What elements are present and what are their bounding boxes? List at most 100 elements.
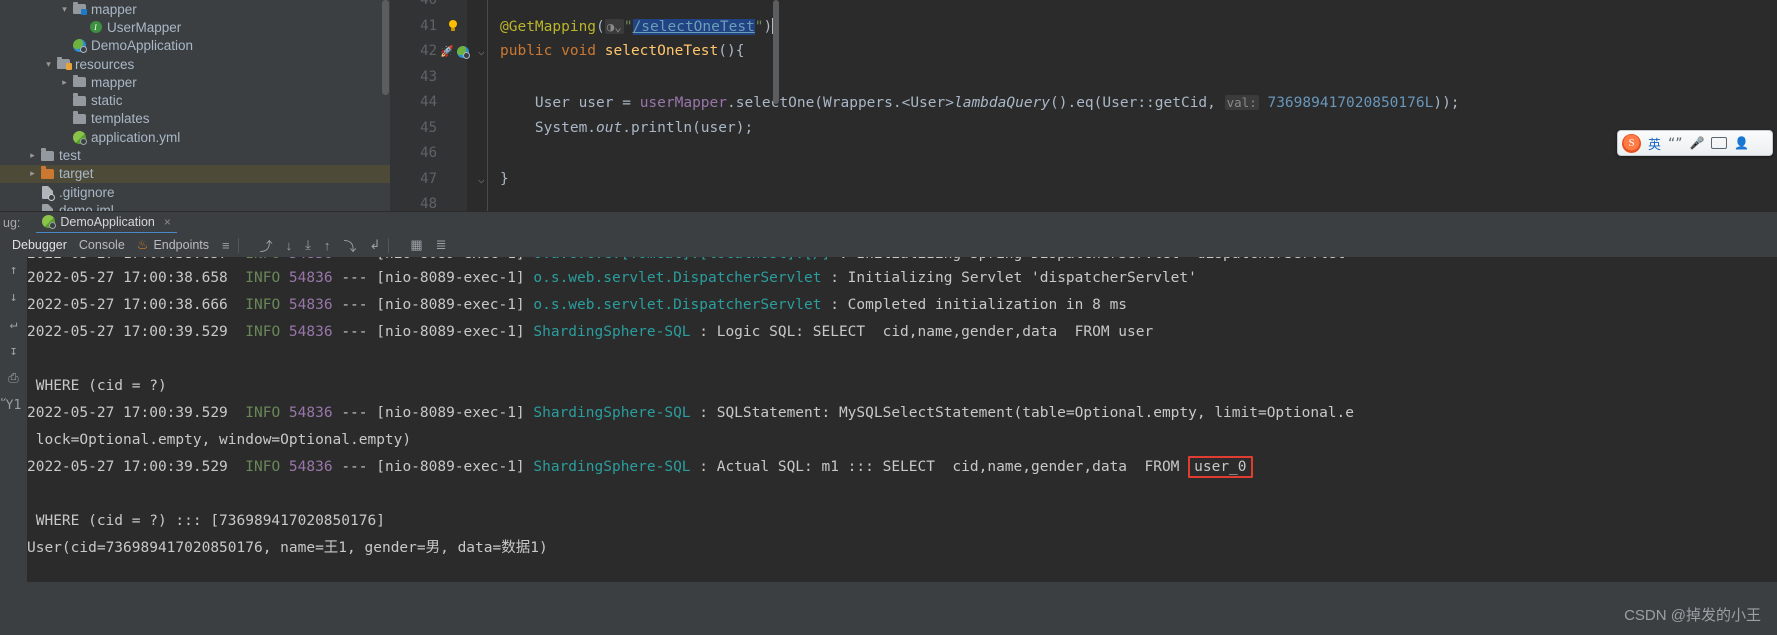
ime-mode-label[interactable]: 英: [1648, 134, 1661, 153]
code-token: ): [763, 18, 773, 35]
code-line-47: 47 ⌵}: [390, 167, 1777, 193]
tree-item-applicationyml[interactable]: application.yml: [0, 128, 390, 146]
tree-item-demoiml[interactable]: demo.iml: [0, 201, 390, 211]
tree-item-templates[interactable]: templates: [0, 110, 390, 128]
punctuation-icon[interactable]: “”: [1668, 136, 1682, 150]
tree-item-label: application.yml: [91, 129, 181, 145]
log-separator: ---: [341, 459, 368, 475]
log-level: INFO: [245, 257, 280, 262]
settings-icon[interactable]: ≣: [436, 237, 447, 253]
clear-all-icon[interactable]: Ὕ1: [6, 398, 22, 413]
iml-file-icon: [42, 203, 53, 211]
step-out-icon[interactable]: ↑: [324, 238, 331, 253]
scroll-to-end-icon[interactable]: ↧: [10, 344, 18, 359]
tab-console[interactable]: > Console: [0, 238, 125, 500]
close-icon[interactable]: ×: [164, 215, 171, 229]
run-to-cursor-icon[interactable]: ↲: [369, 237, 380, 253]
ime-floating-toolbar[interactable]: S 英 “” 🎤 👤: [1617, 130, 1773, 156]
tree-expand-arrow[interactable]: ▸: [26, 151, 39, 160]
tree-item-target[interactable]: ▸ target: [0, 164, 390, 183]
code-text: public void selectOneTest(){: [500, 39, 744, 65]
run-gutter-icon[interactable]: 🚀: [440, 39, 470, 65]
log-timestamp: 2022-05-27 17:00:38.657: [27, 257, 228, 262]
tree-item-static[interactable]: static: [0, 91, 390, 109]
tree-item-gitignore[interactable]: .gitignore: [0, 183, 390, 201]
drop-frame-icon[interactable]: ⤵: [343, 236, 356, 255]
tree-expand-arrow[interactable]: ▸: [58, 77, 71, 87]
log-thread: [nio-8089-exec-1]: [376, 405, 525, 421]
folder-icon: [41, 148, 54, 161]
console-line: 2022-05-27 17:00:38.658 INFO 54836 --- […: [27, 265, 1777, 292]
log-gap: [830, 257, 839, 262]
console-text: lock=Optional.empty, window=Optional.emp…: [27, 432, 412, 448]
step-into-icon[interactable]: ↓: [286, 238, 293, 253]
tree-item-test[interactable]: ▸ test: [0, 146, 390, 164]
keyboard-icon[interactable]: [1711, 137, 1728, 149]
tree-item-mapper[interactable]: ▸ mapper: [0, 73, 390, 91]
run-window-label: ug:: [3, 216, 21, 230]
soft-wrap-icon[interactable]: ↵: [10, 317, 18, 332]
evaluate-expression-icon[interactable]: ▦: [410, 237, 422, 253]
project-tree-scrollbar[interactable]: [382, 0, 389, 95]
project-tree-panel[interactable]: ▾ mapper I UserMapper DemoApplication ▾ resour…: [0, 0, 390, 211]
log-separator: ---: [341, 297, 368, 313]
scroll-down-icon[interactable]: ↓: [10, 290, 18, 305]
tab-endpoints[interactable]: ♨ Endpoints: [137, 237, 209, 253]
run-tab-demoapplication[interactable]: DemoApplication ×: [36, 213, 177, 234]
code-token: public: [500, 43, 562, 59]
force-step-into-icon[interactable]: ⤓: [305, 237, 311, 253]
sogou-logo-icon[interactable]: S: [1622, 133, 1641, 153]
tree-expand-arrow[interactable]: ▾: [42, 59, 55, 69]
code-token: User user =: [500, 95, 640, 111]
console-log-text: 2022-05-27 17:00:38.657 INFO 54836 --- […: [27, 257, 1777, 582]
line-number: 41: [420, 17, 437, 34]
tree-expand-arrow[interactable]: ▾: [58, 4, 71, 14]
log-level: INFO: [245, 270, 281, 286]
console-line: 2022-05-27 17:00:38.666 INFO 54836 --- […: [27, 292, 1777, 319]
code-text: }: [500, 167, 509, 193]
fold-marker-icon[interactable]: ⌵: [478, 167, 485, 193]
console-side-toolbar[interactable]: ↑ ↓ ↵ ↧ ⎙ Ὕ1: [0, 257, 27, 582]
mic-icon[interactable]: 🎤: [1689, 136, 1704, 150]
code-token: .println(user);: [622, 119, 754, 136]
tree-item-mapper[interactable]: ▾ mapper: [0, 0, 390, 18]
code-token: 736989417020850176L: [1267, 95, 1434, 111]
code-text: System.out.println(user);: [500, 116, 753, 142]
tree-item-usermapper[interactable]: I UserMapper: [0, 18, 390, 36]
log-separator: ---: [341, 324, 368, 340]
code-token: .selectOne(Wrappers.<User>: [727, 95, 954, 111]
endpoints-fire-icon: ♨: [136, 237, 149, 252]
tree-item-demoapplication[interactable]: DemoApplication: [0, 37, 390, 55]
user-icon[interactable]: 👤: [1734, 136, 1749, 150]
console-output-panel[interactable]: ↑ ↓ ↵ ↧ ⎙ Ὕ1 2022-05-27 17:00:38.657 INFO 548…: [0, 257, 1777, 582]
editor-scrollbar[interactable]: [773, 0, 779, 104]
print-icon[interactable]: ⎙: [8, 371, 18, 386]
log-logger: ShardingSphere-SQL: [533, 459, 691, 475]
log-message: : Initializing Spring DispatcherServlet …: [839, 257, 1354, 262]
code-line-44: 44 User user = userMapper.selectOne(Wrap…: [390, 90, 1777, 116]
log-message: : SQLStatement: MySQLSelectStatement(tab…: [699, 405, 1354, 421]
folder-target-icon: [41, 166, 54, 179]
log-separator: ---: [341, 257, 367, 262]
log-message: : Actual SQL: m1 ::: SELECT cid,name,gen…: [699, 459, 1189, 475]
log-logger: o.s.web.servlet.DispatcherServlet: [533, 270, 822, 286]
layout-icon[interactable]: ≡: [222, 238, 230, 253]
spring-run-icon[interactable]: [456, 45, 470, 59]
step-over-icon[interactable]: ⤴: [260, 236, 273, 255]
tree-item-label: .gitignore: [59, 184, 115, 200]
tree-item-resources[interactable]: ▾ resources: [0, 55, 390, 73]
log-pid: 54836: [288, 405, 333, 421]
code-line-41: 41 @GetMapping(◑⌄ "/selectOneTest"): [390, 14, 1777, 40]
tab-debugger[interactable]: Debugger: [12, 238, 67, 252]
scroll-up-icon[interactable]: ↑: [10, 263, 18, 278]
code-editor[interactable]: 40 41 @GetMapping(◑⌄ "/selectOneTest") 42 🚀 ⌵ p…: [390, 0, 1777, 211]
fold-marker-icon[interactable]: ⌵: [478, 39, 485, 65]
debug-toolbar[interactable]: Debugger > Console ♨ Endpoints ≡ ⤴ ↓ ⤓ ↑ ⤵ ↲ ▦ ≣: [0, 233, 1777, 500]
code-text: @GetMapping(◑⌄ "/selectOneTest"): [500, 14, 774, 41]
code-line-45: 45 System.out.println(user);: [390, 116, 1777, 142]
log-level: INFO: [245, 459, 281, 475]
bulb-icon[interactable]: [448, 14, 458, 40]
rocket-icon[interactable]: 🚀: [440, 39, 454, 65]
tree-expand-arrow[interactable]: ▸: [26, 169, 39, 178]
